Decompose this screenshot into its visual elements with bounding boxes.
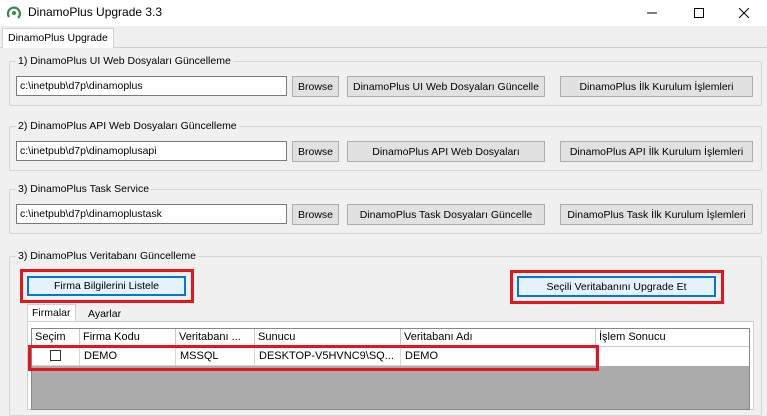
ui-update-button[interactable]: DinamoPlus UI Web Dosyaları Güncelle xyxy=(347,76,545,97)
ui-browse-button[interactable]: Browse xyxy=(292,76,339,97)
col-islem-sonucu[interactable]: İşlem Sonucu xyxy=(596,329,749,347)
task-update-button[interactable]: DinamoPlus Task Dosyaları Güncelle xyxy=(347,204,545,225)
cell-firma-kodu: DEMO xyxy=(80,347,176,366)
close-button[interactable] xyxy=(721,0,767,26)
app-logo-icon xyxy=(6,6,21,19)
col-veritabani-adi[interactable]: Veritabanı Adı xyxy=(401,329,596,347)
cell-veritabani-tipi: MSSQL xyxy=(176,347,255,366)
row-checkbox-cell[interactable] xyxy=(32,347,80,366)
cell-veritabani-adi: DEMO xyxy=(401,347,596,366)
title-bar[interactable]: DinamoPlus Upgrade 3.3 xyxy=(0,0,767,26)
upgrade-selected-db-button[interactable]: Seçili Veritabanını Upgrade Et xyxy=(517,276,716,297)
group-ui-web-title: 1) DinamoPlus UI Web Dosyaları Güncellem… xyxy=(16,55,233,67)
ui-path-input[interactable]: c:\inetpub\d7p\dinamoplus xyxy=(16,76,287,96)
tab-firmalar[interactable]: Firmalar xyxy=(27,304,76,322)
group-database-title: 3) DinamoPlus Veritabanı Güncelleme xyxy=(16,250,199,262)
group-api-web-title: 2) DinamoPlus API Web Dosyaları Güncelle… xyxy=(16,120,239,132)
maximize-icon xyxy=(694,8,704,18)
companies-grid[interactable]: Seçim Firma Kodu Veritabanı ... Sunucu V… xyxy=(31,328,750,410)
grid-header-row: Seçim Firma Kodu Veritabanı ... Sunucu V… xyxy=(32,329,749,347)
ui-initial-setup-button[interactable]: DinamoPlus İlk Kurulum İşlemleri xyxy=(560,76,753,97)
task-initial-setup-button[interactable]: DinamoPlus Task İlk Kurulum İşlemleri xyxy=(560,204,753,225)
minimize-icon xyxy=(647,12,657,14)
col-secim[interactable]: Seçim xyxy=(32,329,80,347)
api-initial-setup-button[interactable]: DinamoPlus API İlk Kurulum İşlemleri xyxy=(560,141,753,162)
col-firma-kodu[interactable]: Firma Kodu xyxy=(80,329,176,347)
api-browse-button[interactable]: Browse xyxy=(292,141,339,162)
minimize-button[interactable] xyxy=(629,0,675,26)
list-companies-button[interactable]: Firma Bilgilerini Listele xyxy=(27,276,186,296)
col-veritabani-tipi[interactable]: Veritabanı ... xyxy=(176,329,255,347)
api-update-button[interactable]: DinamoPlus API Web Dosyaları xyxy=(347,141,545,162)
api-path-input[interactable]: c:\inetpub\d7p\dinamoplusapi xyxy=(16,141,287,161)
task-browse-button[interactable]: Browse xyxy=(292,204,339,225)
cell-sunucu: DESKTOP-V5HVNC9\SQ... xyxy=(255,347,401,366)
row-select-checkbox[interactable] xyxy=(50,350,61,361)
col-sunucu[interactable]: Sunucu xyxy=(255,329,401,347)
window-title: DinamoPlus Upgrade 3.3 xyxy=(28,5,163,19)
table-row[interactable]: DEMO MSSQL DESKTOP-V5HVNC9\SQ... DEMO xyxy=(32,347,749,366)
group-task-service-title: 3) DinamoPlus Task Service xyxy=(16,183,152,195)
task-path-input[interactable]: c:\inetpub\d7p\dinamoplustask xyxy=(16,204,287,224)
tab-dinamoplus-upgrade[interactable]: DinamoPlus Upgrade xyxy=(2,28,114,48)
close-icon xyxy=(739,8,749,18)
maximize-button[interactable] xyxy=(676,0,722,26)
